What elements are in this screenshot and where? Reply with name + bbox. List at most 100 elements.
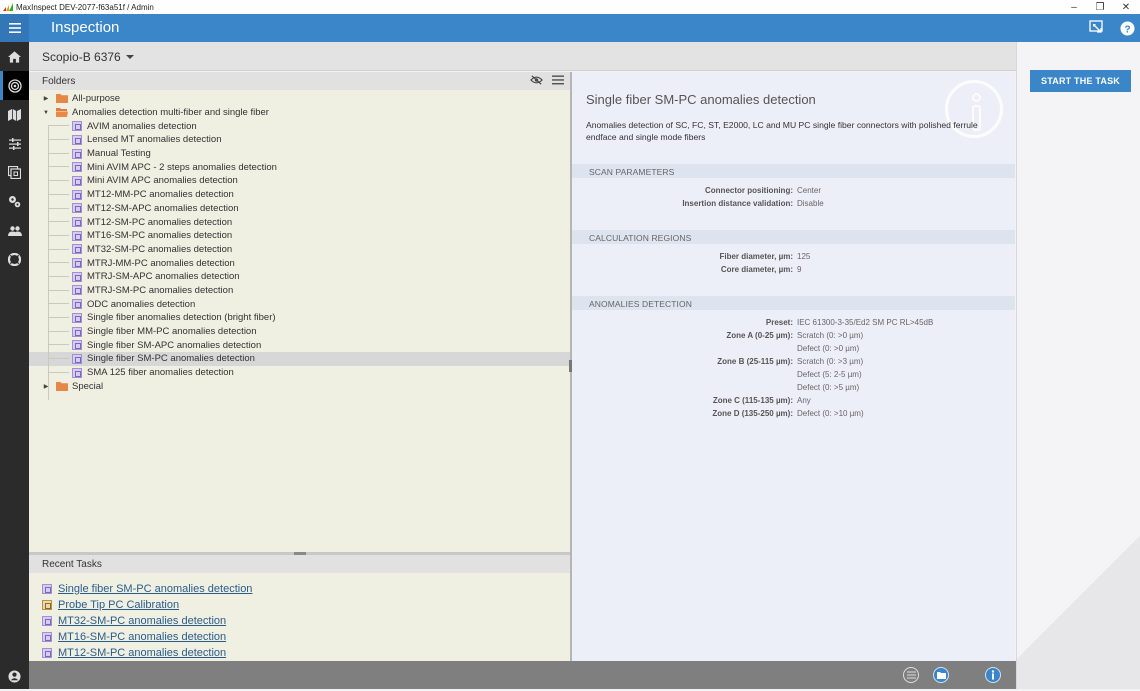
- info-icon: [986, 668, 1000, 682]
- recent-task-link[interactable]: Single fiber SM-PC anomalies detection: [42, 581, 252, 597]
- tree-connector: [48, 317, 69, 318]
- device-bar: Scopio-B 6376: [29, 42, 1016, 71]
- task-label: Single fiber MM-PC anomalies detection: [87, 326, 257, 338]
- tree-connector: [48, 166, 69, 168]
- task-icon: [72, 162, 82, 173]
- recent-task-link[interactable]: Probe Tip PC Calibration: [42, 597, 252, 613]
- task-label: MT12-SM-APC anomalies detection: [87, 202, 239, 214]
- tree-task-item[interactable]: Mini AVIM APC anomalies detection: [29, 174, 570, 188]
- tree-folder-anomalies-detection-multi-fiber-and-single-fiber[interactable]: ▼ Anomalies detection multi-fiber and sin…: [29, 106, 570, 120]
- tree-task-item[interactable]: Manual Testing: [29, 147, 570, 161]
- hide-eye-icon[interactable]: [530, 75, 543, 85]
- recent-task-label: MT16-SM-PC anomalies detection: [58, 631, 227, 643]
- close-icon: ✕: [1121, 1, 1131, 13]
- tree-task-item[interactable]: MT16-SM-PC anomalies detection: [29, 229, 570, 243]
- nav-inspection[interactable]: [0, 71, 29, 100]
- caret-right-icon[interactable]: ▶: [43, 94, 49, 104]
- nav-configuration[interactable]: [0, 187, 29, 216]
- nav-home[interactable]: [0, 42, 29, 71]
- caret-down-icon[interactable]: ▼: [43, 108, 49, 118]
- folder-button[interactable]: [933, 667, 949, 683]
- tree-connector: [48, 289, 69, 291]
- tree-task-item[interactable]: MT12-SM-PC anomalies detection: [29, 215, 570, 229]
- recent-task-link[interactable]: MT32-SM-PC anomalies detection: [42, 613, 252, 629]
- nav-map[interactable]: [0, 100, 29, 129]
- parameter-value: Defect (0: >10 µm): [797, 409, 864, 418]
- tree-task-item[interactable]: Mini AVIM APC - 2 steps anomalies detect…: [29, 160, 570, 174]
- tree-task-item[interactable]: AVIM anomalies detection: [29, 119, 570, 133]
- screen-capture-icon: [1089, 20, 1103, 33]
- svg-text:?: ?: [1124, 24, 1130, 35]
- task-label: Manual Testing: [87, 148, 151, 160]
- section-header-anomalies-detection: ANOMALIES DETECTION: [572, 296, 1015, 310]
- task-label: MT32-SM-PC anomalies detection: [87, 243, 233, 255]
- device-selector[interactable]: Scopio-B 6376: [42, 50, 134, 64]
- folders-title: Folders: [42, 76, 76, 87]
- target-icon: [7, 78, 22, 93]
- screen-capture-button[interactable]: [1088, 19, 1106, 37]
- help-button[interactable]: ?: [1118, 19, 1136, 37]
- minimize-icon: –: [1071, 1, 1077, 13]
- task-icon: [72, 258, 82, 269]
- parameter-value: 9: [797, 265, 802, 274]
- start-task-button[interactable]: START THE TASK: [1030, 70, 1131, 92]
- tree-task-item[interactable]: Single fiber SM-PC anomalies detection: [29, 352, 570, 366]
- tree-task-item[interactable]: MTRJ-MM-PC anomalies detection: [29, 256, 570, 270]
- tree-task-item[interactable]: Lensed MT anomalies detection: [29, 133, 570, 147]
- nav-users[interactable]: [0, 216, 29, 245]
- menu-button[interactable]: [0, 14, 29, 42]
- tree-task-item[interactable]: Single fiber anomalies detection (bright…: [29, 311, 570, 325]
- parameter-row: Zone A (0-25 µm): Scratch (0: >0 µm): [572, 331, 1015, 344]
- tree-folder-all-purpose[interactable]: ▶ All-purpose: [29, 92, 570, 106]
- close-button[interactable]: ✕: [1113, 0, 1139, 14]
- tree-folder-special[interactable]: ▶ Special: [29, 379, 570, 393]
- tree-task-item[interactable]: MT12-MM-PC anomalies detection: [29, 188, 570, 202]
- info-button[interactable]: [985, 667, 1001, 683]
- task-label: Single fiber SM-PC anomalies detection: [87, 353, 255, 365]
- parameter-row: Defect (0: >5 µm): [572, 383, 1015, 396]
- task-label: Lensed MT anomalies detection: [87, 134, 222, 146]
- tree-task-item[interactable]: ODC anomalies detection: [29, 297, 570, 311]
- task-label: Mini AVIM APC anomalies detection: [87, 175, 238, 187]
- recent-task-link[interactable]: MT12-SM-PC anomalies detection: [42, 645, 252, 661]
- tree-task-item[interactable]: Single fiber MM-PC anomalies detection: [29, 325, 570, 339]
- window-title: MaxInspect DEV-2077-f63a51f / Admin: [16, 2, 154, 12]
- parameter-value: Defect (0: >5 µm): [797, 383, 860, 392]
- restore-button[interactable]: ❐: [1087, 0, 1113, 14]
- recent-task-link[interactable]: MT16-SM-PC anomalies detection: [42, 629, 252, 645]
- nav-support[interactable]: [0, 245, 29, 274]
- menu-icon: [8, 23, 21, 33]
- help-icon: ?: [1119, 20, 1135, 36]
- tree-task-item[interactable]: MTRJ-SM-APC anomalies detection: [29, 270, 570, 284]
- list-button[interactable]: [903, 667, 919, 683]
- task-label: Mini AVIM APC - 2 steps anomalies detect…: [87, 161, 277, 173]
- decorative-background: [1017, 42, 1140, 689]
- tree-task-item[interactable]: SMA 125 fiber anomalies detection: [29, 366, 570, 380]
- parameter-name: Connector positioning:: [705, 186, 793, 195]
- task-label: MT12-SM-PC anomalies detection: [87, 216, 233, 228]
- list-menu-icon[interactable]: [552, 75, 564, 85]
- nav-settings[interactable]: [0, 129, 29, 158]
- task-description: Anomalies detection of SC, FC, ST, E2000…: [586, 120, 978, 142]
- parameter-value: Defect (0: >0 µm): [797, 344, 860, 353]
- folder-icon: [56, 94, 68, 104]
- parameter-row: Core diameter, µm: 9: [572, 265, 1015, 278]
- minimize-button[interactable]: –: [1061, 0, 1087, 14]
- task-icon: [42, 648, 52, 658]
- tree-connector: [48, 275, 69, 277]
- tree-connector: [48, 193, 69, 195]
- task-icon: [72, 230, 82, 241]
- user-account-button[interactable]: [0, 662, 29, 691]
- nav-gallery[interactable]: [0, 158, 29, 187]
- tree-task-item[interactable]: MT12-SM-APC anomalies detection: [29, 202, 570, 216]
- tree-task-item[interactable]: Single fiber SM-APC anomalies detection: [29, 338, 570, 352]
- task-icon: [72, 175, 82, 186]
- tree-connector: [48, 221, 69, 223]
- parameter-row: Zone C (115-135 µm): Any: [572, 396, 1015, 409]
- parameter-value: Scratch (0: >3 µm): [797, 357, 864, 366]
- tree-task-item[interactable]: MT32-SM-PC anomalies detection: [29, 243, 570, 257]
- task-icon: [42, 584, 52, 594]
- app-header: Inspection ?: [0, 14, 1140, 42]
- task-details-panel: Single fiber SM-PC anomalies detection A…: [572, 72, 1015, 661]
- tree-task-item[interactable]: MTRJ-SM-PC anomalies detection: [29, 284, 570, 298]
